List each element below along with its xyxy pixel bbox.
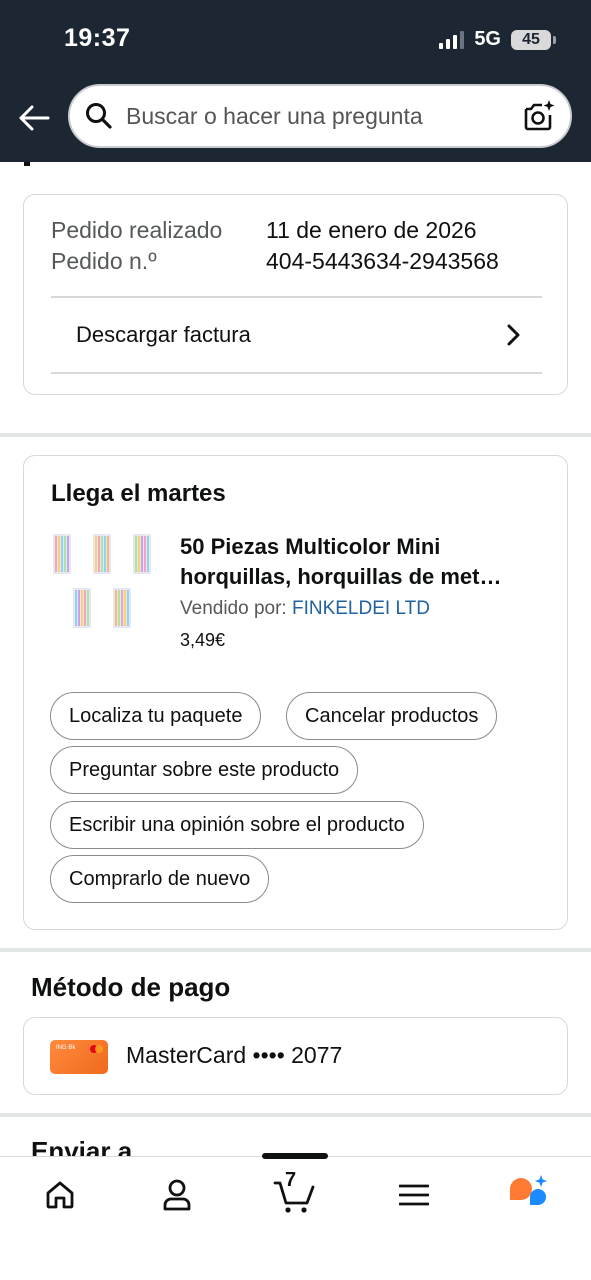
section-divider [0,948,591,952]
status-time: 19:37 [64,24,131,52]
signal-icon [439,30,465,49]
product-title[interactable]: 50 Piezas Multicolor Mini horquillas, ho… [180,532,545,592]
product-title-line2: horquillas, horquillas de met… [180,564,502,589]
account-icon [163,1179,191,1211]
nav-rufus[interactable] [500,1175,560,1215]
order-info-card: Pedido realizado 11 de enero de 2026 Ped… [23,194,568,395]
card-label: MasterCard •••• 2077 [126,1042,343,1068]
back-button[interactable] [14,100,54,136]
camera-search-icon[interactable] [522,99,556,133]
order-number-row: Pedido n.º 404-5443634-2943568 [51,248,499,275]
bottom-nav: 7 [0,1153,591,1280]
ask-product-question-button[interactable]: Preguntar sobre este producto [50,746,359,794]
payment-card[interactable]: ING Bk MasterCard •••• 2077 [23,1017,568,1095]
payment-method-heading: Método de pago [31,972,231,1002]
home-icon [46,1181,74,1209]
credit-card-icon: ING Bk [50,1040,108,1074]
battery-icon: 45 [511,29,556,50]
top-bar: 19:37 5G 45 [0,0,591,162]
write-review-button[interactable]: Escribir una opinión sobre el producto [50,801,424,849]
cut-off-heading [24,162,30,166]
order-number-value: 404-5443634-2943568 [266,248,499,274]
order-placed-value: 11 de enero de 2026 [266,217,477,243]
cart-count: 7 [285,1169,297,1191]
order-placed-row: Pedido realizado 11 de enero de 2026 [51,217,477,244]
shipment-card: Llega el martes 50 Piezas Multicolor Min… [23,455,568,930]
download-invoice-button[interactable]: Descargar factura [51,298,542,372]
nav-menu[interactable] [384,1175,444,1215]
product-title-line1: 50 Piezas Multicolor Mini [180,534,441,559]
rufus-icon [510,1175,547,1205]
product-image[interactable] [51,532,157,632]
product-price: 3,49€ [180,630,226,650]
chevron-right-icon [507,324,520,346]
order-placed-label: Pedido realizado [51,217,223,243]
active-tab-indicator [262,1153,328,1159]
search-input[interactable] [126,102,522,130]
buy-again-button[interactable]: Comprarlo de nuevo [50,855,270,903]
delivery-heading: Llega el martes [51,480,226,507]
back-arrow-icon [19,105,50,131]
nav-account[interactable] [147,1175,207,1215]
order-number-label: Pedido n.º [51,248,157,274]
menu-icon [399,1184,429,1206]
shipping-heading: Enviar a [31,1136,133,1158]
seller-label: Vendido por: [180,598,292,619]
cancel-items-button[interactable]: Cancelar productos [286,692,498,740]
card-brand-text: ING Bk [56,1045,76,1051]
nav-cart[interactable]: 7 [265,1169,325,1215]
battery-level: 45 [522,30,540,48]
search-icon [86,103,112,129]
seller-link[interactable]: FINKELDEI LTD [292,598,430,619]
download-invoice-label: Descargar factura [76,322,251,347]
hairclip-pack [53,534,71,574]
track-package-button[interactable]: Localiza tu paquete [50,692,262,740]
search-bar[interactable] [68,84,572,148]
section-divider [0,433,591,437]
status-indicators: 5G 45 [439,28,556,51]
divider [51,372,542,374]
seller-info: Vendido por: FINKELDEI LTD [180,598,430,620]
section-divider [0,1113,591,1117]
nav-home[interactable] [30,1175,90,1215]
network-type: 5G [474,28,501,50]
